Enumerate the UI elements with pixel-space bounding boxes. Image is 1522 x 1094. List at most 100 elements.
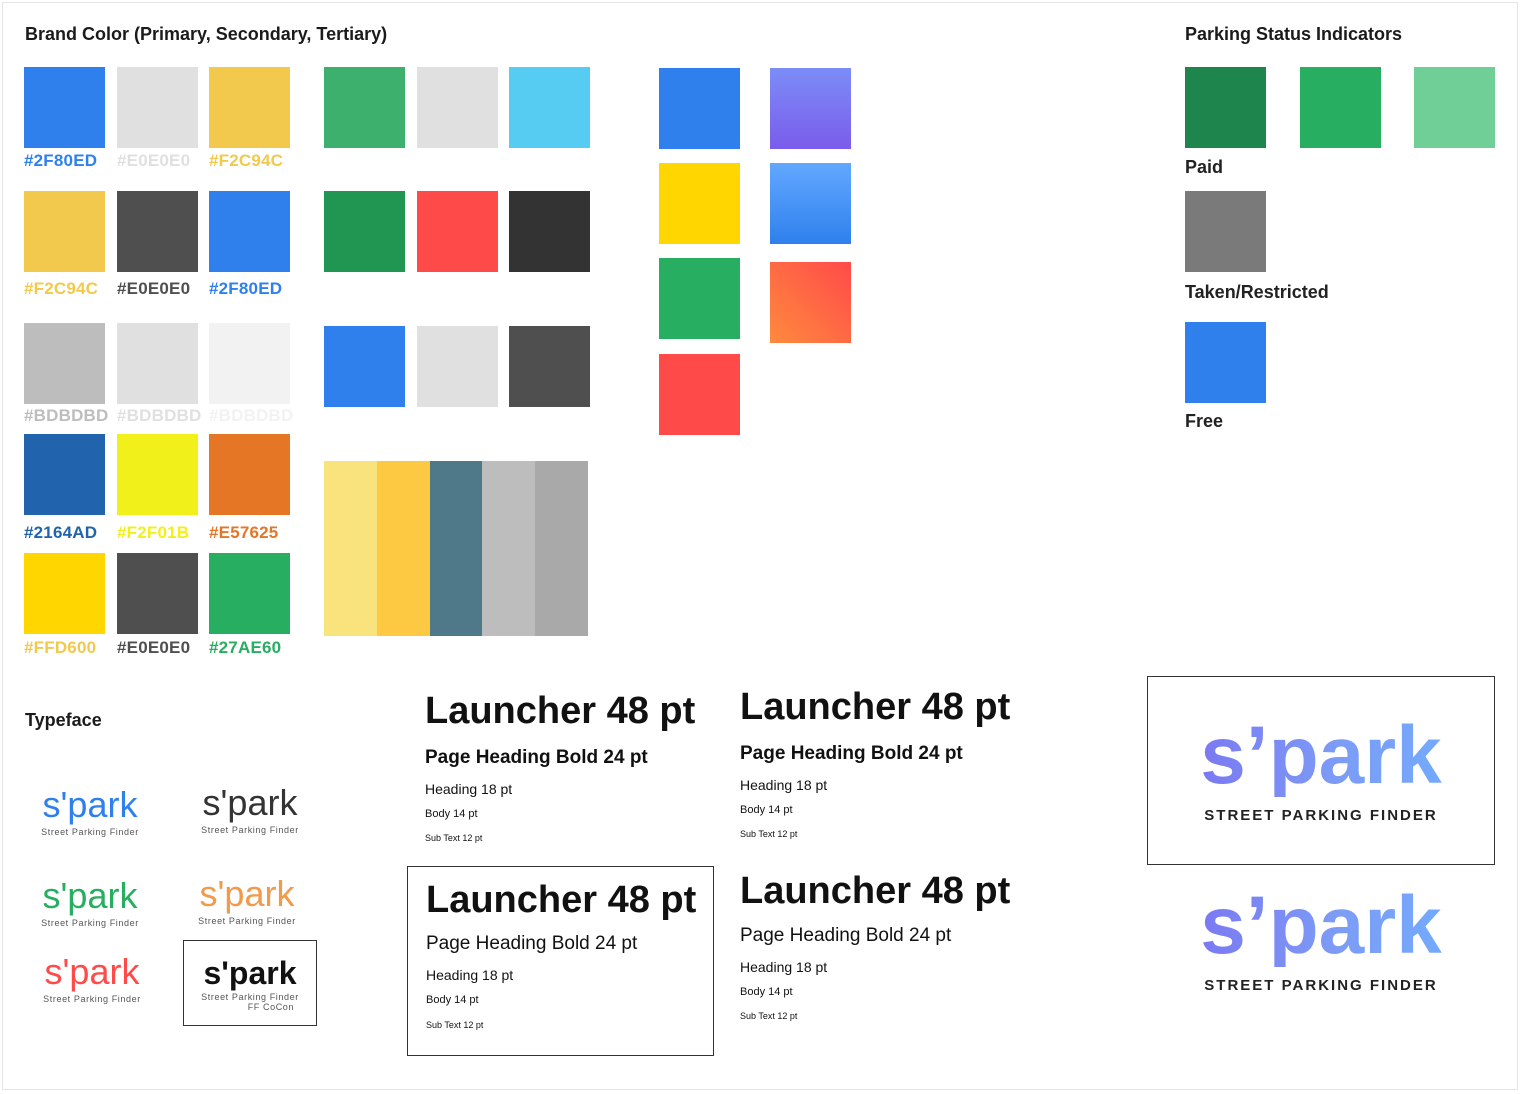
- brand-hex-label: #F2C94C: [209, 151, 284, 170]
- tertiary-solid-swatch: [659, 354, 740, 435]
- brand-hex-label: #2F80ED: [24, 151, 98, 170]
- brand-swatch: [117, 323, 198, 404]
- paid-swatch-dark: [1185, 67, 1266, 148]
- logo-tagline: Street Parking Finder: [198, 916, 296, 926]
- stripe-palette: [324, 461, 588, 636]
- big-logo-mark: s’park: [1147, 885, 1495, 967]
- logo-variant-red: s'park Street Parking Finder: [32, 951, 152, 1005]
- big-logo-tagline: STREET PARKING FINDER: [1204, 977, 1438, 994]
- body-sample: Body 14 pt: [740, 804, 793, 816]
- paid-swatch-mid: [1300, 67, 1381, 148]
- logo-variant-blue: s'park Street Parking Finder: [30, 784, 150, 838]
- tertiary-solid-swatch: [659, 68, 740, 149]
- brand-hex-label: #E0E0E0: [117, 638, 191, 657]
- type-sample-cocon: Launcher 48 pt Page Heading Bold 24 pt H…: [426, 881, 696, 1030]
- brand-swatch: [117, 67, 198, 148]
- heading-sample: Heading 18 pt: [426, 967, 514, 983]
- brand-swatch: [24, 191, 105, 272]
- logo-variant-cocon-box: s'park Street Parking Finder FF CoCon: [183, 940, 317, 1026]
- logo-mark: s'park: [42, 875, 138, 916]
- tertiary-gradient-swatch: [770, 68, 851, 149]
- heading-sample: Heading 18 pt: [740, 777, 828, 793]
- brand-hex-label: #E0E0E0: [117, 279, 191, 298]
- brand-swatch: [209, 553, 290, 634]
- brand-swatch: [117, 191, 198, 272]
- brand-hex-label: #F2C94C: [24, 279, 99, 298]
- stripe-swatch: [482, 461, 536, 636]
- brand-hex-label: #BDBDBD: [117, 406, 202, 425]
- page-heading-sample: Page Heading Bold 24 pt: [740, 925, 952, 946]
- page-heading-sample: Page Heading Bold 24 pt: [426, 933, 638, 954]
- big-logo-plain: s’park STREET PARKING FINDER: [1147, 885, 1495, 995]
- taken-swatch: [1185, 191, 1266, 272]
- brand-hex-label: #FFD600: [24, 638, 97, 657]
- logo-variant-black: s'park Street Parking Finder FF CoCon: [190, 957, 310, 1012]
- page-heading-sample: Page Heading Bold 24 pt: [740, 743, 963, 764]
- brand-swatch: [209, 434, 290, 515]
- brand-swatch: [24, 67, 105, 148]
- secondary-swatch: [417, 191, 498, 272]
- brand-hex-label: #27AE60: [209, 638, 282, 657]
- paid-label: Paid: [1185, 157, 1224, 177]
- secondary-swatch: [324, 191, 405, 272]
- font-name-label: FF CoCon: [247, 1002, 294, 1012]
- tertiary-solid-swatch: [659, 258, 740, 339]
- brand-swatch: [24, 323, 105, 404]
- type-sample-rubik: Launcher 48 pt Page Heading Bold 24 pt H…: [740, 688, 1010, 839]
- subtext-sample: Sub Text 12 pt: [426, 1020, 484, 1030]
- tertiary-gradient-swatch: [770, 163, 851, 244]
- secondary-swatch: [509, 67, 590, 148]
- brand-swatch: [209, 191, 290, 272]
- stripe-swatch: [324, 461, 377, 636]
- logo-mark: s'park: [199, 873, 295, 914]
- brand-hex-label: #F2F01B: [117, 523, 190, 542]
- logo-tagline: Street Parking Finder: [43, 994, 141, 1004]
- page-heading-sample: Page Heading Bold 24 pt: [425, 747, 648, 768]
- type-sample-cocon-box: Launcher 48 pt Page Heading Bold 24 pt H…: [407, 866, 714, 1056]
- brand-swatch: [209, 67, 290, 148]
- logo-tagline: Street Parking Finder: [201, 825, 299, 835]
- secondary-swatch: [324, 326, 405, 407]
- body-sample: Body 14 pt: [425, 808, 478, 820]
- secondary-swatch: [509, 191, 590, 272]
- brand-hex-label: #E57625: [209, 523, 279, 542]
- secondary-swatch: [509, 326, 590, 407]
- logo-variant-dark: s'park Street Parking Finder: [190, 785, 310, 836]
- brand-hex-label: #BDBDBD: [24, 406, 109, 425]
- brand-swatch: [117, 553, 198, 634]
- big-logo-tagline: STREET PARKING FINDER: [1204, 807, 1438, 824]
- typeface-title: Typeface: [25, 710, 102, 730]
- type-sample-roboto: Launcher 48 pt Page Heading Bold 24 pt H…: [425, 692, 695, 843]
- heading-sample: Heading 18 pt: [740, 959, 828, 975]
- tertiary-solid-swatch: [659, 163, 740, 244]
- stripe-swatch: [535, 461, 588, 636]
- body-sample: Body 14 pt: [740, 986, 793, 998]
- logo-variant-orange: s'park Street Parking Finder: [188, 873, 306, 927]
- brand-hex-label: #2164AD: [24, 523, 98, 542]
- taken-label: Taken/Restricted: [1185, 282, 1329, 302]
- big-logo-box: s’park STREET PARKING FINDER: [1147, 676, 1495, 865]
- brand-hex-label: #BDBDBD: [209, 406, 294, 425]
- subtext-sample: Sub Text 12 pt: [425, 833, 483, 843]
- free-swatch: [1185, 322, 1266, 403]
- free-label: Free: [1185, 411, 1224, 431]
- brand-swatch: [117, 434, 198, 515]
- heading-sample: Heading 18 pt: [425, 781, 513, 797]
- tertiary-gradient-swatch: [770, 262, 851, 343]
- subtext-sample: Sub Text 12 pt: [740, 829, 798, 839]
- logo-tagline: Street Parking Finder: [201, 992, 299, 1002]
- secondary-swatch: [417, 67, 498, 148]
- big-logo-mark: s’park: [1148, 715, 1494, 797]
- brand-hex-label: #E0E0E0: [117, 151, 191, 170]
- launcher-sample: Launcher 48 pt: [740, 870, 1011, 912]
- body-sample: Body 14 pt: [426, 994, 479, 1006]
- brand-swatch: [24, 434, 105, 515]
- logo-variant-green: s'park Street Parking Finder: [30, 875, 150, 929]
- brand-swatch: [209, 323, 290, 404]
- brand-swatch: [24, 553, 105, 634]
- logo-mark: s'park: [44, 951, 140, 992]
- launcher-sample: Launcher 48 pt: [425, 690, 696, 732]
- logo-mark: s'park: [42, 784, 138, 825]
- secondary-swatch: [324, 67, 405, 148]
- logo-tagline: Street Parking Finder: [41, 827, 139, 837]
